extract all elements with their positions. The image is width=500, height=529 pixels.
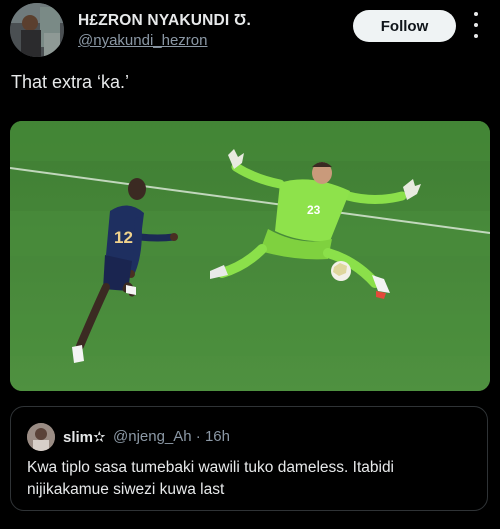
quoted-tweet-text: Kwa tiplo sasa tumebaki wawili tuko dame… <box>27 459 395 498</box>
tweet-media-image[interactable]: 23 12 <box>10 121 490 391</box>
quoted-author-handle-time[interactable]: @njeng_Ah · 16h <box>113 428 230 445</box>
svg-text:12: 12 <box>114 228 133 247</box>
quoted-author-name[interactable]: slim✫ <box>63 428 106 446</box>
author-handle[interactable]: @nyakundi_hezron <box>78 32 207 49</box>
author-avatar[interactable] <box>10 3 64 57</box>
svg-text:23: 23 <box>307 203 321 217</box>
quoted-author-avatar[interactable] <box>27 423 55 451</box>
tweet-text: That extra ‘ka.’ <box>11 72 130 92</box>
quoted-tweet[interactable]: slim✫ @njeng_Ah · 16h Kwa tiplo sasa tum… <box>10 406 488 511</box>
tweet-header: H£ZRON NYAKUNDI Ʊ. @nyakundi_hezron Foll… <box>0 0 500 60</box>
author-name[interactable]: H£ZRON NYAKUNDI Ʊ. <box>78 12 251 30</box>
follow-button[interactable]: Follow <box>353 10 456 42</box>
more-vertical-icon[interactable] <box>468 12 484 38</box>
